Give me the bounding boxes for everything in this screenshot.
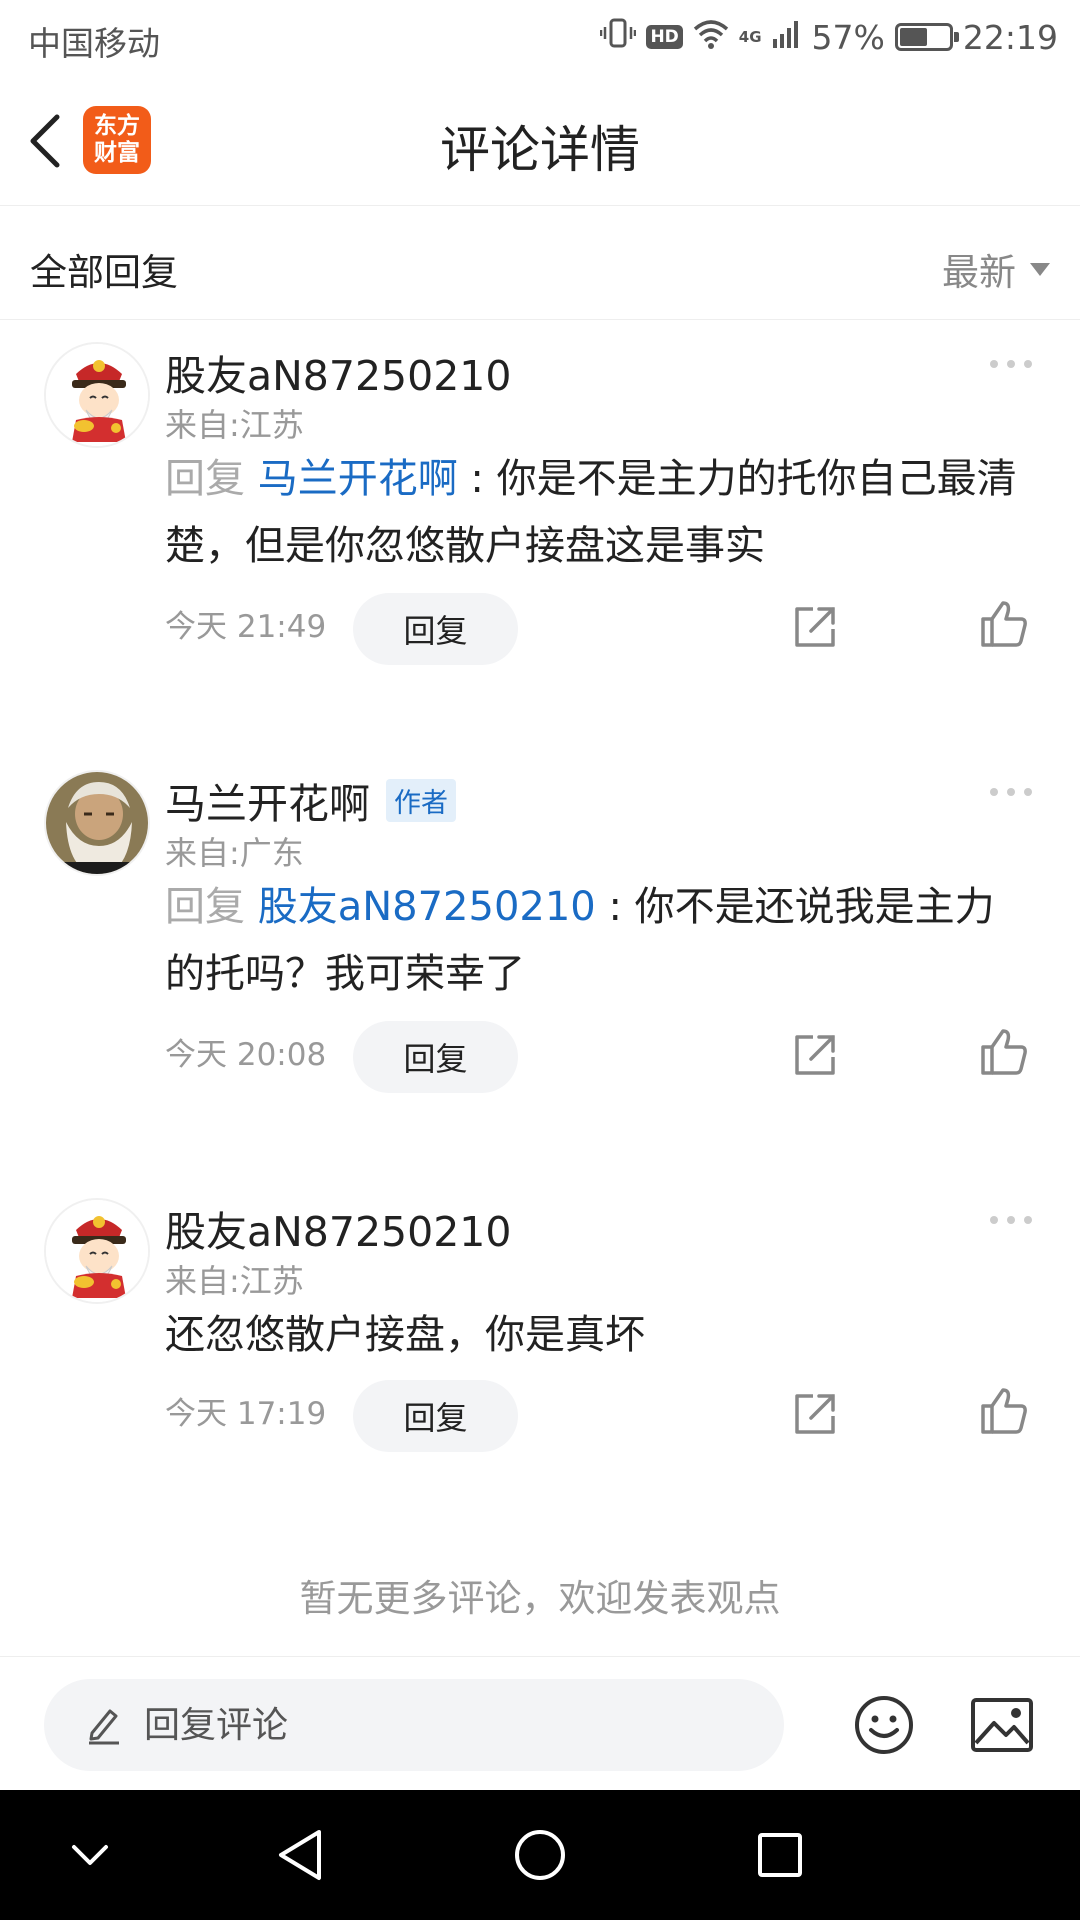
timestamp: 今天 17:19 bbox=[165, 1396, 327, 1432]
sort-dropdown[interactable]: 最新 bbox=[942, 242, 1050, 296]
share-icon[interactable] bbox=[791, 1390, 839, 1438]
battery-fill bbox=[899, 28, 928, 46]
location: 来自:江苏 bbox=[165, 1262, 304, 1300]
thumbs-up-icon[interactable] bbox=[979, 1386, 1029, 1436]
page-title: 评论详情 bbox=[440, 121, 640, 179]
username[interactable]: 股友aN87250210 bbox=[165, 1198, 511, 1258]
location: 来自:广东 bbox=[165, 834, 304, 872]
author-badge: 作者 bbox=[386, 778, 456, 822]
square-recents-icon bbox=[758, 1833, 802, 1877]
more-options-icon[interactable] bbox=[986, 1210, 1036, 1230]
triangle-back-icon bbox=[279, 1830, 321, 1880]
comment-content[interactable]: 回复 股友aN87250210 : 你不是还说我是主力的托吗？我可荣幸了 bbox=[165, 874, 1025, 1008]
vibrate-icon bbox=[600, 15, 637, 59]
system-recents-button[interactable] bbox=[750, 1825, 810, 1885]
reply-to-user-link[interactable]: 股友aN87250210 bbox=[258, 884, 596, 930]
status-icons: HD 4G 57% 22:19 bbox=[600, 14, 1058, 60]
timestamp: 今天 21:49 bbox=[165, 609, 327, 645]
no-more-comments-note: 暂无更多评论，欢迎发表观点 bbox=[299, 1577, 781, 1620]
comment-content[interactable]: 还忽悠散户接盘，你是真坏 bbox=[165, 1302, 1025, 1369]
bottom-reply-bar bbox=[0, 1656, 1080, 1790]
battery-icon bbox=[894, 23, 959, 51]
carrier-label: 中国移动 bbox=[28, 24, 160, 63]
pencil-icon bbox=[89, 1709, 119, 1745]
share-icon[interactable] bbox=[791, 603, 839, 651]
hd-badge: HD bbox=[646, 25, 683, 49]
bearded-man-portrait-icon bbox=[46, 772, 148, 874]
reply-input-container[interactable] bbox=[44, 1679, 784, 1771]
network-type: 4G bbox=[738, 28, 762, 46]
reply-to-user-link[interactable]: 马兰开花啊 bbox=[258, 456, 458, 502]
comment-item: 股友aN87250210 来自:江苏 还忽悠散户接盘，你是真坏 今天 17:19… bbox=[0, 1176, 1080, 1496]
dropdown-arrow-icon bbox=[1030, 262, 1050, 276]
location: 来自:江苏 bbox=[165, 406, 304, 444]
cartoon-god-of-wealth-icon bbox=[46, 344, 148, 446]
username-text: 马兰开花啊 bbox=[165, 780, 370, 828]
system-home-button[interactable] bbox=[510, 1825, 570, 1885]
comment-content[interactable]: 回复 马兰开花啊 : 你是不是主力的托你自己最清楚，但是你忽悠散户接盘这是事实 bbox=[165, 446, 1025, 580]
reply-button[interactable]: 回复 bbox=[353, 1380, 518, 1452]
system-navigation-bar bbox=[0, 1790, 1080, 1920]
username[interactable]: 股友aN87250210 bbox=[165, 342, 511, 402]
more-options-icon[interactable] bbox=[986, 782, 1036, 802]
thumbs-up-icon[interactable] bbox=[979, 1027, 1029, 1077]
timestamp: 今天 20:08 bbox=[165, 1037, 327, 1073]
reply-prefix: 回复 bbox=[165, 456, 245, 502]
wifi-icon bbox=[693, 18, 729, 57]
share-icon[interactable] bbox=[791, 1031, 839, 1079]
sort-label: 最新 bbox=[942, 251, 1016, 294]
username-text: 股友aN87250210 bbox=[165, 352, 512, 400]
battery-percent: 57% bbox=[811, 17, 885, 57]
username-text: 股友aN87250210 bbox=[165, 1208, 512, 1256]
filter-bar: 全部回复 最新 bbox=[0, 206, 1080, 320]
image-icon[interactable] bbox=[970, 1697, 1034, 1753]
comment-text: 还忽悠散户接盘，你是真坏 bbox=[165, 1312, 645, 1358]
status-bar: 中国移动 HD 4G 57% 22:19 bbox=[0, 0, 1080, 76]
reply-button[interactable]: 回复 bbox=[353, 593, 518, 665]
clock: 22:19 bbox=[962, 17, 1058, 57]
thumbs-up-icon[interactable] bbox=[979, 599, 1029, 649]
reply-comment-input[interactable] bbox=[144, 1704, 644, 1746]
emoji-icon[interactable] bbox=[853, 1694, 915, 1756]
reply-separator: : bbox=[595, 884, 635, 930]
comment-item: 股友aN87250210 来自:江苏 回复 马兰开花啊 : 你是不是主力的托你自… bbox=[0, 320, 1080, 720]
reply-separator: : bbox=[457, 456, 497, 502]
signal-icon bbox=[772, 18, 802, 57]
comment-item: 马兰开花啊 作者 来自:广东 回复 股友aN87250210 : 你不是还说我是… bbox=[0, 748, 1080, 1148]
avatar[interactable] bbox=[44, 770, 150, 876]
avatar[interactable] bbox=[44, 1198, 150, 1304]
username[interactable]: 马兰开花啊 作者 bbox=[165, 770, 456, 830]
hide-keyboard-button[interactable] bbox=[60, 1825, 120, 1885]
more-options-icon[interactable] bbox=[986, 354, 1036, 374]
system-back-button[interactable] bbox=[270, 1825, 330, 1885]
reply-prefix: 回复 bbox=[165, 884, 245, 930]
all-replies-label: 全部回复 bbox=[30, 251, 178, 294]
nav-bar: 东方 财富 评论详情 bbox=[0, 76, 1080, 206]
chevron-down-icon bbox=[72, 1845, 108, 1865]
cartoon-god-of-wealth-icon bbox=[46, 1200, 148, 1302]
reply-button[interactable]: 回复 bbox=[353, 1021, 518, 1093]
avatar[interactable] bbox=[44, 342, 150, 448]
circle-home-icon bbox=[515, 1830, 565, 1880]
